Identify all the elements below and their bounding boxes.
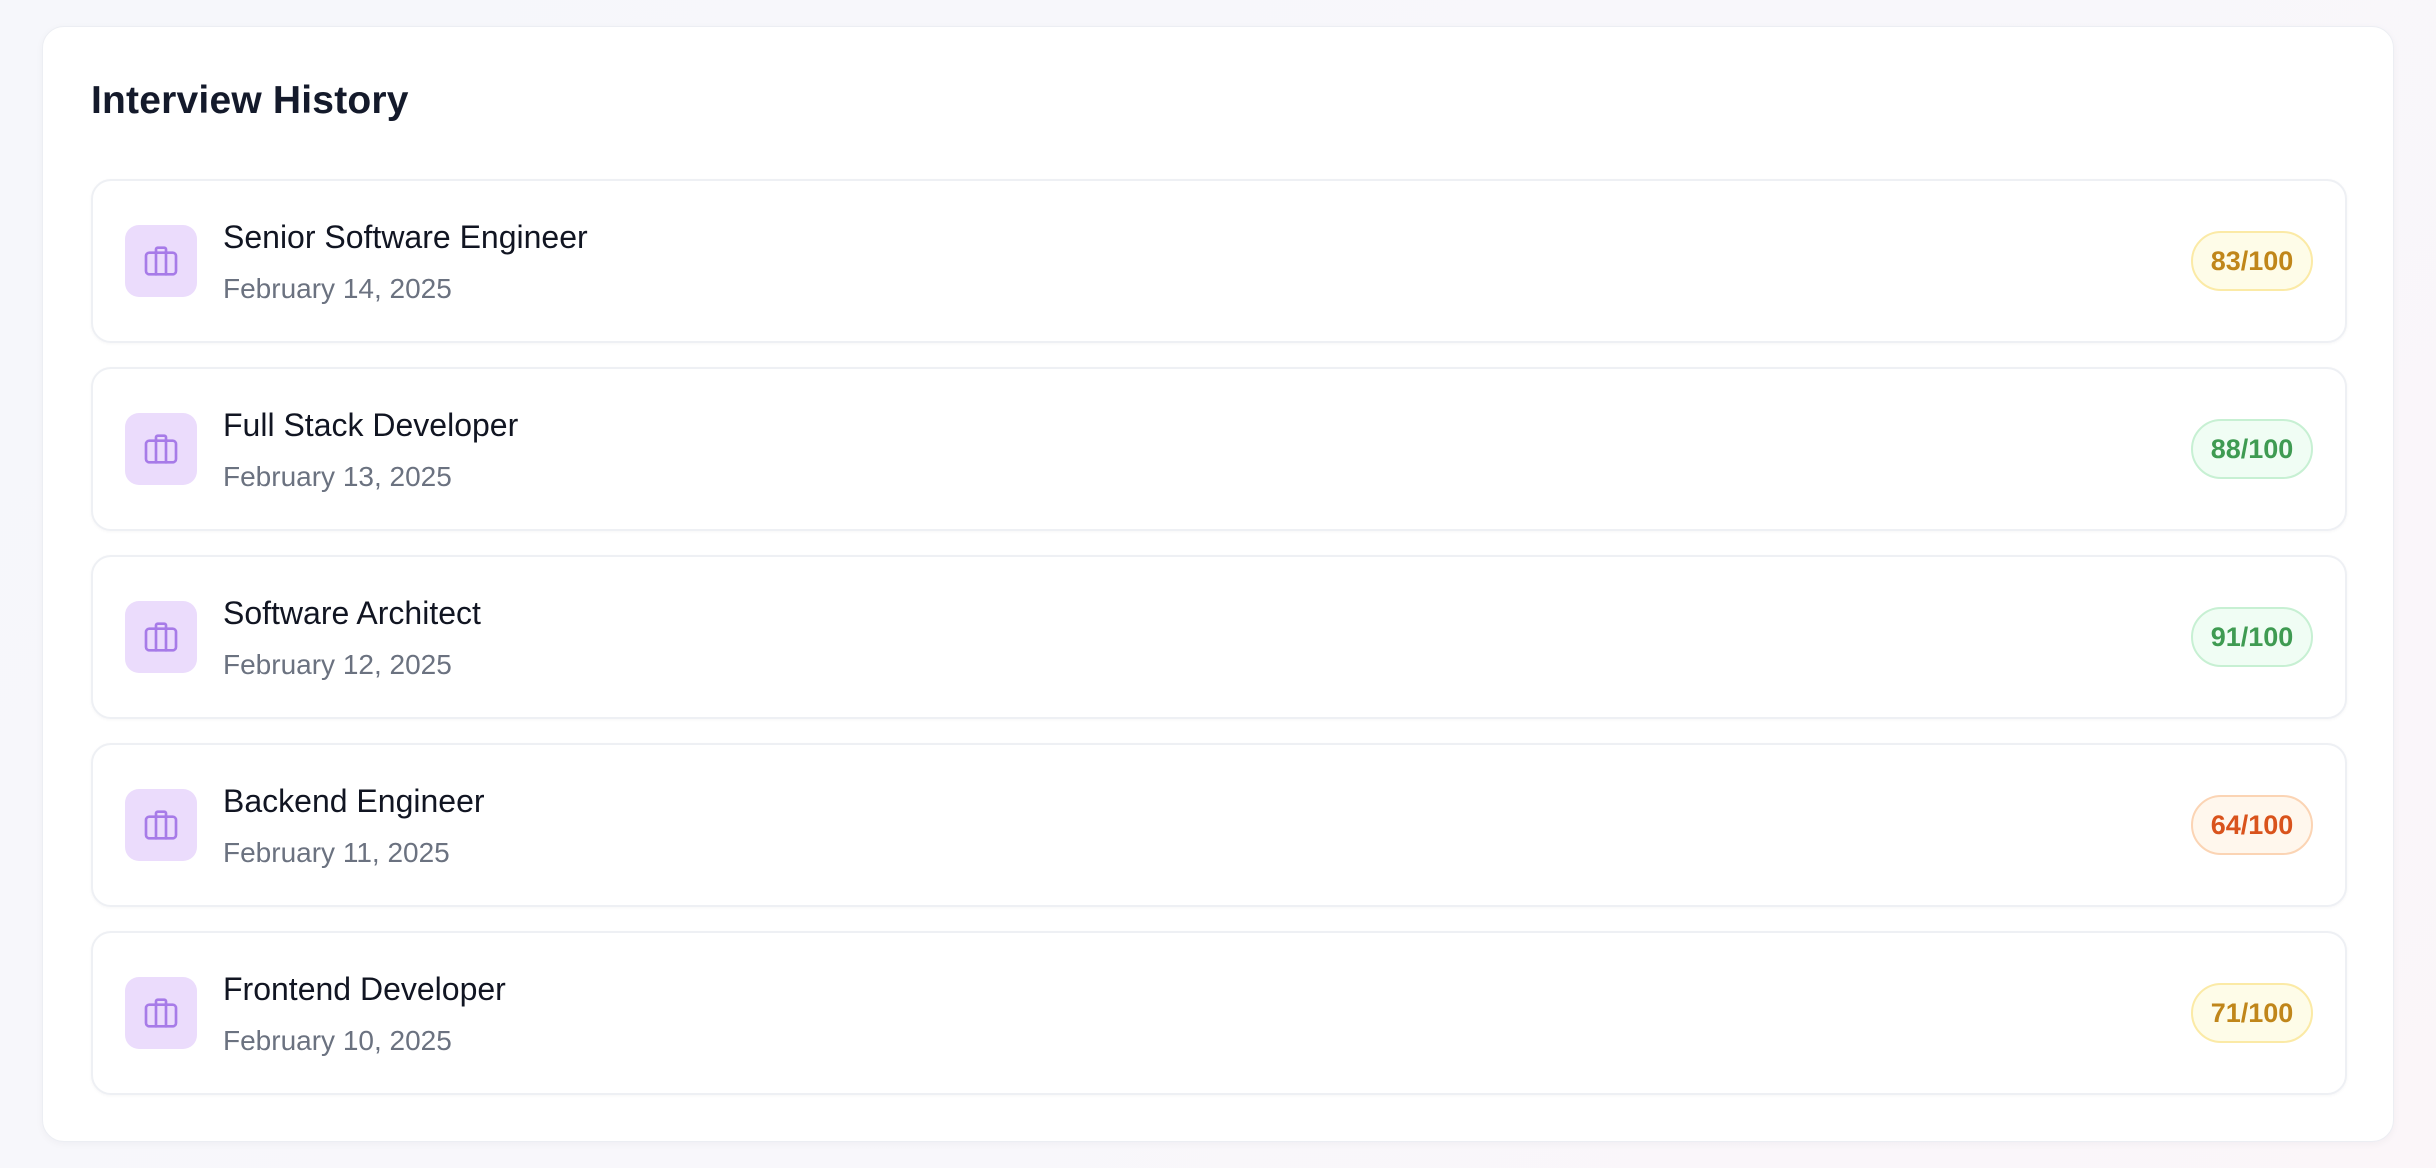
interview-role: Software Architect (223, 595, 481, 631)
interview-row[interactable]: Backend Engineer February 11, 2025 64/10… (91, 743, 2347, 907)
interview-date: February 14, 2025 (223, 273, 452, 304)
interview-list: Senior Software Engineer February 14, 20… (91, 179, 2347, 1095)
briefcase-icon (125, 601, 197, 673)
interview-role: Full Stack Developer (223, 407, 519, 443)
interview-row[interactable]: Full Stack Developer February 13, 2025 8… (91, 367, 2347, 531)
score-badge: 83/100 (2191, 231, 2313, 291)
score-badge: 88/100 (2191, 419, 2313, 479)
score-badge: 91/100 (2191, 607, 2313, 667)
interview-row[interactable]: Senior Software Engineer February 14, 20… (91, 179, 2347, 343)
briefcase-icon (125, 413, 197, 485)
interview-role: Frontend Developer (223, 971, 506, 1007)
interview-role: Backend Engineer (223, 783, 485, 819)
briefcase-icon (125, 789, 197, 861)
page-title: Interview History (91, 79, 409, 122)
briefcase-icon (125, 977, 197, 1049)
interview-row[interactable]: Software Architect February 12, 2025 91/… (91, 555, 2347, 719)
interview-date: February 11, 2025 (223, 837, 450, 868)
briefcase-icon (125, 225, 197, 297)
score-badge: 71/100 (2191, 983, 2313, 1043)
interview-history-card: Interview History Senior Software Engine… (42, 26, 2394, 1142)
interview-date: February 12, 2025 (223, 649, 452, 680)
interview-date: February 13, 2025 (223, 461, 452, 492)
score-badge: 64/100 (2191, 795, 2313, 855)
interview-role: Senior Software Engineer (223, 219, 588, 255)
interview-row[interactable]: Frontend Developer February 10, 2025 71/… (91, 931, 2347, 1095)
interview-date: February 10, 2025 (223, 1025, 452, 1056)
